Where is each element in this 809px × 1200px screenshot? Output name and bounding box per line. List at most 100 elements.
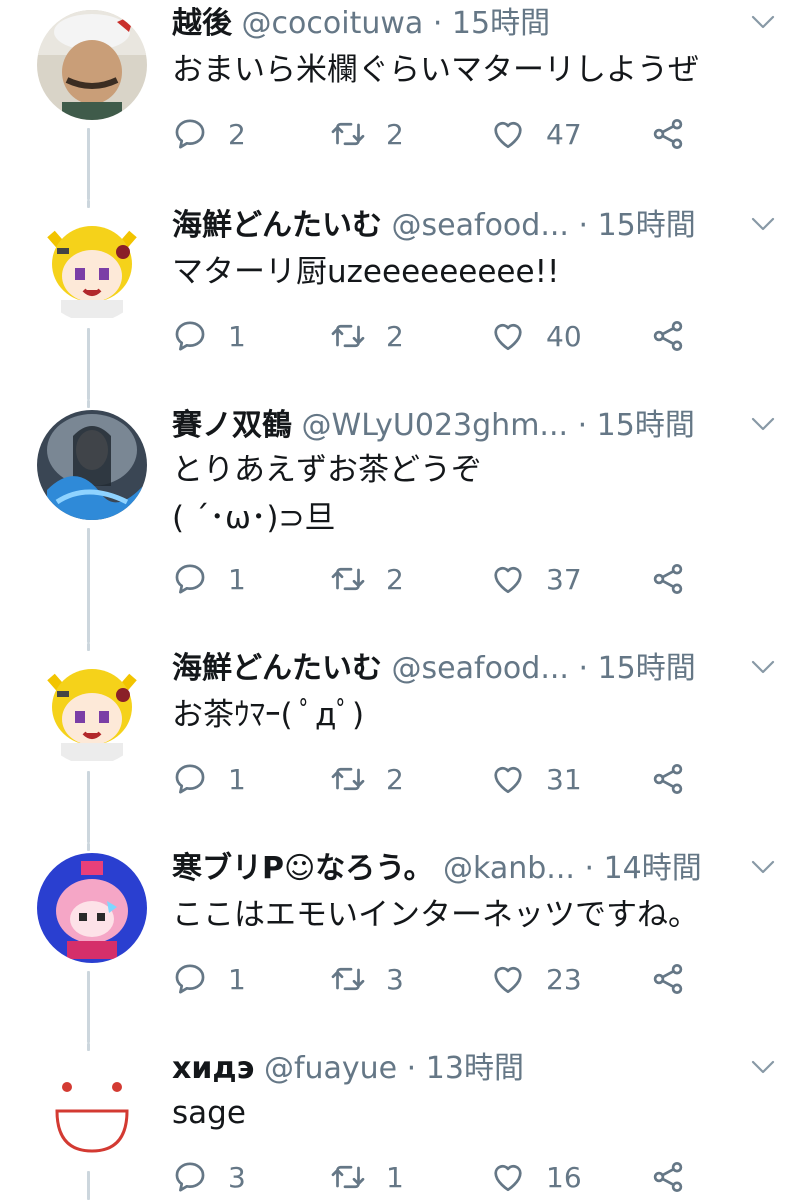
share-button[interactable] [650, 314, 686, 358]
retweet-count: 2 [386, 117, 404, 151]
chevron-down-icon[interactable] [749, 212, 777, 236]
share-button[interactable] [650, 957, 686, 1001]
timestamp[interactable]: 13時間 [426, 1051, 524, 1086]
timestamp[interactable]: 15時間 [598, 208, 696, 243]
like-button[interactable]: 31 [490, 757, 582, 801]
thread-line [87, 400, 90, 408]
like-button[interactable]: 23 [490, 957, 582, 1001]
retweet-icon [330, 318, 366, 354]
like-count: 40 [546, 319, 582, 353]
thread-line [87, 971, 90, 1043]
like-icon [490, 561, 526, 597]
share-button[interactable] [650, 757, 686, 801]
reply-button[interactable]: 1 [172, 957, 246, 1001]
display-name[interactable]: 賽ノ双鶴 [172, 408, 292, 443]
user-handle[interactable]: @kanb... [443, 851, 575, 886]
like-icon [490, 318, 526, 354]
reply-icon [172, 116, 208, 152]
share-icon [650, 1159, 686, 1195]
tweet-header: 寒ブリP☺なろう。 @kanb... · 14時間 [172, 845, 729, 893]
retweet-button[interactable]: 1 [330, 1155, 404, 1199]
timestamp[interactable]: 15時間 [597, 408, 695, 443]
tweet-header: хидэ @fuayue · 13時間 [172, 1045, 729, 1093]
retweet-icon [330, 116, 366, 152]
tweet[interactable]: 越後 @cocoituwa · 15時間 おまいら米欄ぐらいマターリしようぜ 2… [0, 0, 809, 200]
retweet-icon [330, 1159, 366, 1195]
like-button[interactable]: 16 [490, 1155, 582, 1199]
timestamp[interactable]: 15時間 [598, 651, 696, 686]
avatar[interactable] [37, 1055, 147, 1165]
reply-button[interactable]: 1 [172, 314, 246, 358]
tweet[interactable]: 寒ブリP☺なろう。 @kanb... · 14時間 ここはエモいインターネッツで… [0, 843, 809, 1043]
action-bar: 2 2 47 [172, 112, 769, 156]
like-icon [490, 1159, 526, 1195]
avatar[interactable] [37, 10, 147, 120]
reply-icon [172, 561, 208, 597]
tweet[interactable]: хидэ @fuayue · 13時間 sage 3 1 16 [0, 1043, 809, 1200]
chevron-down-icon[interactable] [749, 1055, 777, 1079]
retweet-button[interactable]: 2 [330, 112, 404, 156]
retweet-count: 2 [386, 562, 404, 596]
chevron-down-icon[interactable] [749, 10, 777, 34]
share-button[interactable] [650, 557, 686, 601]
retweet-icon [330, 561, 366, 597]
timestamp[interactable]: 14時間 [604, 851, 702, 886]
thread-line [87, 1043, 90, 1051]
separator: · [432, 6, 443, 41]
reply-button[interactable]: 1 [172, 557, 246, 601]
display-name[interactable]: хидэ [172, 1051, 254, 1086]
retweet-button[interactable]: 2 [330, 557, 404, 601]
chevron-down-icon[interactable] [749, 655, 777, 679]
tweet-header: 賽ノ双鶴 @WLyU023ghm... · 15時間 [172, 402, 729, 450]
reply-icon [172, 761, 208, 797]
avatar[interactable] [37, 410, 147, 520]
user-handle[interactable]: @seafood... [392, 208, 569, 243]
chevron-down-icon[interactable] [749, 855, 777, 879]
display-name[interactable]: 海鮮どんたいむ [172, 208, 382, 243]
like-count: 37 [546, 562, 582, 596]
like-button[interactable]: 47 [490, 112, 582, 156]
share-icon [650, 318, 686, 354]
retweet-icon [330, 961, 366, 997]
retweet-button[interactable]: 2 [330, 757, 404, 801]
tweet[interactable]: 海鮮どんたいむ @seafood... · 15時間 マターリ厨uzeeeeee… [0, 200, 809, 400]
separator: · [578, 208, 589, 243]
tweet-text: ここはエモいインターネッツですね。 [172, 897, 699, 933]
like-count: 31 [546, 762, 582, 796]
tweet[interactable]: 賽ノ双鶴 @WLyU023ghm... · 15時間 とりあえずお茶どうぞ ( … [0, 400, 809, 643]
user-handle[interactable]: @cocoituwa [242, 6, 424, 41]
tweet-text: マターリ厨uzeeeeeeeee!! [172, 254, 560, 290]
separator: · [406, 1051, 417, 1086]
display-name[interactable]: 海鮮どんたいむ [172, 651, 382, 686]
reply-count: 2 [228, 117, 246, 151]
like-button[interactable]: 40 [490, 314, 582, 358]
retweet-button[interactable]: 2 [330, 314, 404, 358]
chevron-down-icon[interactable] [749, 412, 777, 436]
tweet-text: とりあえずお茶どうぞ ( ´･ω･)⊃旦 [172, 452, 482, 536]
share-button[interactable] [650, 112, 686, 156]
avatar[interactable] [37, 212, 147, 322]
thread-line [87, 328, 90, 400]
user-handle[interactable]: @WLyU023ghm... [302, 408, 568, 443]
thread-line [87, 771, 90, 843]
like-count: 16 [546, 1160, 582, 1194]
tweet[interactable]: 海鮮どんたいむ @seafood... · 15時間 お茶ｳﾏｰ( ﾟдﾟ) 1… [0, 643, 809, 843]
user-handle[interactable]: @fuayue [264, 1051, 397, 1086]
avatar[interactable] [37, 853, 147, 963]
share-button[interactable] [650, 1155, 686, 1199]
display-name[interactable]: 越後 [172, 6, 232, 41]
user-handle[interactable]: @seafood... [392, 651, 569, 686]
retweet-count: 1 [386, 1160, 404, 1194]
avatar[interactable] [37, 655, 147, 765]
separator: · [578, 651, 589, 686]
reply-button[interactable]: 2 [172, 112, 246, 156]
retweet-button[interactable]: 3 [330, 957, 404, 1001]
display-name[interactable]: 寒ブリP☺なろう。 [172, 851, 433, 886]
tweet-header: 越後 @cocoituwa · 15時間 [172, 0, 729, 48]
like-button[interactable]: 37 [490, 557, 582, 601]
share-icon [650, 116, 686, 152]
timestamp[interactable]: 15時間 [452, 6, 550, 41]
tweet-header: 海鮮どんたいむ @seafood... · 15時間 [172, 645, 729, 693]
reply-button[interactable]: 3 [172, 1155, 246, 1199]
reply-button[interactable]: 1 [172, 757, 246, 801]
